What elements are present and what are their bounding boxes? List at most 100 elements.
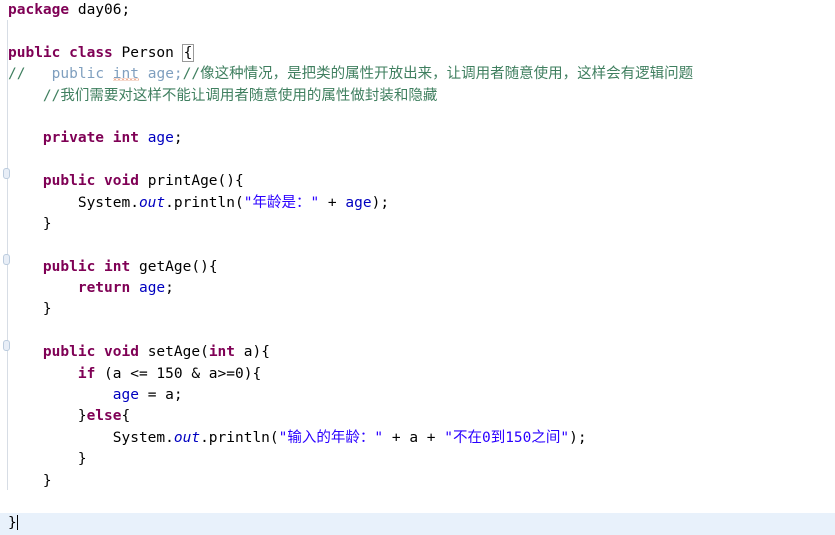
plain-token: (a <= 150 & a>=0){ bbox=[95, 365, 262, 382]
code-line[interactable]: }else{ bbox=[0, 406, 835, 427]
keyword-token: if bbox=[77, 365, 96, 382]
plain-token: } bbox=[8, 408, 87, 425]
code-line[interactable]: package day06; bbox=[0, 0, 835, 21]
static-field-token: out bbox=[138, 194, 166, 211]
plain-token: { bbox=[121, 408, 131, 425]
error-underlined-token: int bbox=[112, 66, 139, 83]
plain-token: System. bbox=[8, 429, 174, 446]
plain-token: ; bbox=[173, 130, 183, 147]
plain-token: a){ bbox=[235, 344, 270, 361]
plain-token: } bbox=[8, 472, 52, 489]
plain-token: day06; bbox=[69, 2, 131, 18]
keyword-token: void bbox=[104, 344, 139, 361]
comment-token: // bbox=[8, 66, 26, 83]
plain-token: ; bbox=[165, 280, 174, 297]
plain-token: .println( bbox=[165, 194, 244, 211]
matched-brace-token: { bbox=[181, 43, 195, 62]
code-line[interactable] bbox=[0, 21, 835, 42]
plain-token: } bbox=[8, 515, 17, 532]
commented-identifier-token: age; bbox=[139, 66, 183, 83]
keyword-token: package bbox=[8, 2, 70, 18]
field-token: age bbox=[147, 130, 174, 147]
code-line[interactable]: System.out.println("年龄是：" + age); bbox=[0, 193, 835, 214]
code-line[interactable]: public void printAge(){ bbox=[0, 171, 835, 192]
plain-token: System. bbox=[8, 194, 139, 211]
code-line[interactable]: private int age; bbox=[0, 128, 835, 149]
code-line[interactable]: } bbox=[0, 471, 835, 492]
string-literal-token: "年龄是：" bbox=[243, 194, 320, 211]
text-caret bbox=[16, 515, 18, 531]
code-line[interactable] bbox=[0, 107, 835, 128]
plain-token: + a + bbox=[383, 429, 445, 446]
code-line[interactable]: // public int age;//像这种情况，是把类的属性开放出来，让调用… bbox=[0, 64, 835, 85]
code-line[interactable]: public class Person { bbox=[0, 43, 835, 64]
keyword-token: else bbox=[86, 408, 122, 425]
keyword-token: int bbox=[104, 258, 131, 275]
keyword-token: public bbox=[42, 258, 96, 275]
keyword-token: int bbox=[208, 344, 236, 361]
code-line[interactable]: age = a; bbox=[0, 385, 835, 406]
code-line[interactable]: //我们需要对这样不能让调用者随意使用的属性做封装和隐藏 bbox=[0, 86, 835, 107]
plain-token: printAge(){ bbox=[138, 173, 244, 190]
keyword-token: public bbox=[42, 344, 96, 361]
code-line[interactable]: public void setAge(int a){ bbox=[0, 342, 835, 363]
plain-token: getAge(){ bbox=[130, 258, 218, 275]
string-literal-token: "不在0到150之间" bbox=[444, 429, 570, 446]
plain-token: } bbox=[8, 301, 52, 318]
keyword-token: void bbox=[104, 173, 139, 190]
code-line[interactable]: return age; bbox=[0, 278, 835, 299]
code-line[interactable]: } bbox=[0, 449, 835, 470]
field-token: age bbox=[345, 194, 372, 211]
field-token: age bbox=[112, 387, 139, 404]
plain-token: } bbox=[8, 215, 52, 232]
keyword-token: class bbox=[69, 44, 113, 61]
keyword-token: public bbox=[42, 173, 96, 190]
code-line[interactable]: if (a <= 150 & a>=0){ bbox=[0, 364, 835, 385]
code-line[interactable] bbox=[0, 321, 835, 342]
code-line[interactable]: } bbox=[0, 214, 835, 235]
plain-token: .println( bbox=[200, 429, 279, 446]
keyword-token: private bbox=[42, 130, 105, 147]
code-line[interactable] bbox=[0, 492, 835, 513]
comment-token: //我们需要对这样不能让调用者随意使用的属性做封装和隐藏 bbox=[8, 87, 438, 104]
code-line[interactable] bbox=[0, 150, 835, 171]
field-token: age bbox=[138, 280, 166, 297]
code-editor-pane[interactable]: package day06; public class Person {// p… bbox=[0, 0, 835, 535]
plain-token: setAge( bbox=[138, 344, 209, 361]
code-line[interactable]: System.out.println("输入的年龄：" + a + "不在0到1… bbox=[0, 428, 835, 449]
keyword-token: public bbox=[8, 44, 61, 61]
plain-token: Person bbox=[112, 44, 183, 61]
code-line[interactable]: public int getAge(){ bbox=[0, 257, 835, 278]
code-line[interactable] bbox=[0, 235, 835, 256]
code-line[interactable]: } bbox=[0, 513, 835, 535]
plain-token: ); bbox=[371, 194, 390, 211]
plain-token: ); bbox=[569, 429, 587, 446]
code-text-area[interactable]: package day06; public class Person {// p… bbox=[0, 0, 835, 535]
plain-token: + bbox=[319, 194, 346, 211]
plain-token: } bbox=[8, 451, 87, 468]
code-line[interactable]: } bbox=[0, 299, 835, 320]
keyword-token: int bbox=[112, 130, 139, 147]
plain-token: = a; bbox=[138, 387, 183, 404]
comment-token: //像这种情况，是把类的属性开放出来，让调用者随意使用，这样会有逻辑问题 bbox=[182, 66, 694, 83]
static-field-token: out bbox=[173, 429, 201, 446]
commented-keyword-token: public bbox=[51, 66, 105, 83]
keyword-token: return bbox=[77, 280, 131, 297]
string-literal-token: "输入的年龄：" bbox=[278, 429, 384, 446]
